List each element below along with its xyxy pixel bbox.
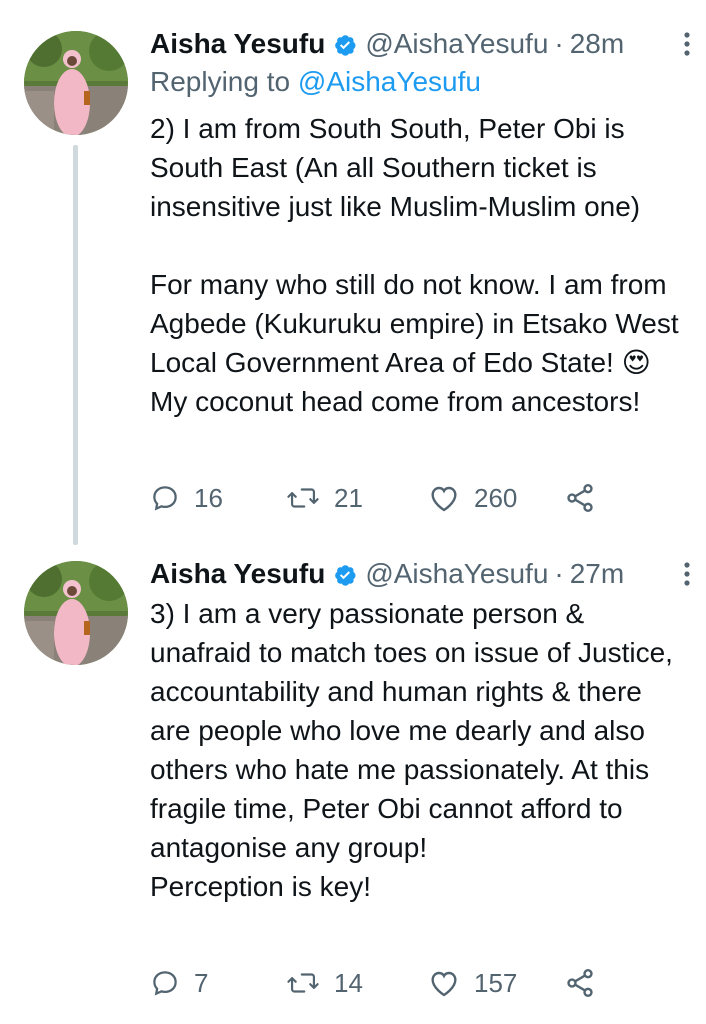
reply-button[interactable]: 16 — [150, 478, 223, 518]
replying-prefix: Replying to — [150, 66, 298, 97]
reply-count: 16 — [194, 482, 223, 513]
retweet-count: 21 — [334, 482, 363, 513]
separator-dot: · — [554, 558, 564, 589]
reply-icon — [153, 971, 177, 996]
share-button[interactable] — [564, 963, 610, 1003]
replying-to: Replying to @AishaYesufu — [150, 66, 481, 98]
avatar[interactable] — [24, 31, 128, 135]
like-count: 260 — [474, 482, 518, 513]
retweet-count: 14 — [334, 967, 363, 998]
author-name[interactable]: Aisha Yesufu — [150, 28, 325, 60]
action-bar: 7 14 157 — [150, 963, 650, 1003]
reply-icon — [153, 486, 177, 511]
timestamp[interactable]: 28m — [570, 28, 624, 60]
more-vertical-icon[interactable] — [672, 24, 702, 64]
separator-dot: · — [554, 28, 564, 59]
action-bar: 16 21 260 — [150, 478, 650, 518]
avatar[interactable] — [24, 561, 128, 665]
like-button[interactable]: 260 — [428, 478, 517, 518]
thread-line — [73, 145, 78, 545]
verified-badge-icon — [333, 32, 357, 56]
author-handle[interactable]: @AishaYesufu — [365, 558, 548, 590]
replying-handle-link[interactable]: @AishaYesufu — [298, 66, 481, 97]
tweet-text: 2) I am from South South, Peter Obi is S… — [150, 113, 679, 417]
retweet-icon — [287, 488, 319, 508]
reply-button[interactable]: 7 — [150, 963, 208, 1003]
more-vertical-icon[interactable] — [672, 554, 702, 594]
share-button[interactable] — [564, 478, 610, 518]
like-button[interactable]: 157 — [428, 963, 517, 1003]
retweet-button[interactable]: 21 — [286, 478, 363, 518]
share-icon — [567, 969, 593, 997]
heart-icon — [431, 486, 457, 512]
author-name[interactable]: Aisha Yesufu — [150, 558, 325, 590]
like-count: 157 — [474, 967, 518, 998]
verified-badge-icon — [333, 562, 357, 586]
reply-count: 7 — [194, 967, 209, 998]
tweet-1[interactable]: Aisha Yesufu @AishaYesufu · 28m Replying… — [0, 0, 706, 545]
tweet-2[interactable]: Aisha Yesufu @AishaYesufu · 27m 3) I am … — [0, 545, 706, 1024]
tweet-text: 3) I am a very passionate person & unafr… — [150, 598, 673, 902]
retweet-button[interactable]: 14 — [286, 963, 363, 1003]
heart-icon — [431, 971, 457, 997]
share-icon — [567, 484, 593, 512]
timestamp[interactable]: 27m — [570, 558, 624, 590]
retweet-icon — [287, 973, 319, 993]
author-handle[interactable]: @AishaYesufu — [365, 28, 548, 60]
